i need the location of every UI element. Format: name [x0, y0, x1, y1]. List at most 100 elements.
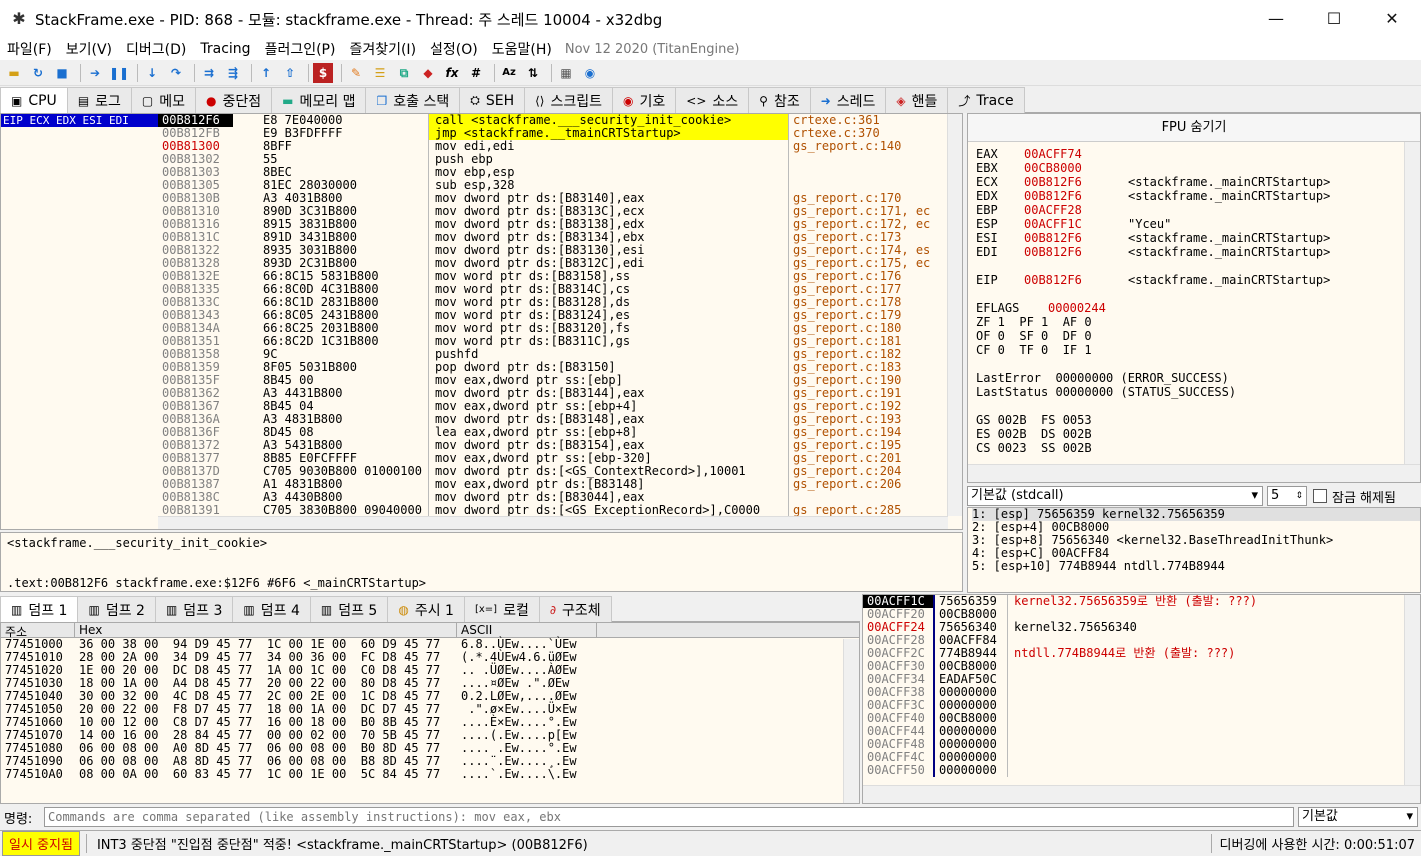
disasm-horizontal-scrollbar[interactable]: [158, 516, 948, 529]
arg-count-spinner[interactable]: 5 ⇕: [1267, 486, 1307, 506]
disasm-row[interactable]: 00B8135F 8B45 00 mov eax,dword ptr ss:[ebp…: [158, 374, 948, 387]
disasm-row[interactable]: 00B81359 8F05 5031B800 pop dword ptr ds:[B…: [158, 361, 948, 374]
disasm-row[interactable]: 00B81316 8915 3831B800 mov dword ptr ds:[B…: [158, 218, 948, 231]
tab-threads[interactable]: ➜ 스레드: [809, 87, 887, 113]
segment-line[interactable]: ES 002B DS 002B: [976, 427, 1420, 441]
register-row[interactable]: ESP 00ACFF1C "Yceu": [976, 217, 1420, 231]
scylla-icon[interactable]: $: [313, 62, 333, 83]
last-status[interactable]: LastStatus 00000000 (STATUS_SUCCESS): [976, 385, 1420, 399]
minimize-button[interactable]: —: [1247, 0, 1305, 38]
flags-line[interactable]: CF 0 TF 0 IF 1: [976, 343, 1420, 357]
hash-icon[interactable]: #: [466, 63, 486, 83]
disasm-row[interactable]: 00B8138C A3 4430B800 mov dword ptr ds:[B83…: [158, 491, 948, 504]
disasm-row[interactable]: 00B81303 8BEC mov ebp,esp: [158, 166, 948, 179]
disasm-row[interactable]: 00B8132E 66:8C15 5831B800 mov word ptr ds:…: [158, 270, 948, 283]
stack-horizontal-scrollbar[interactable]: [863, 785, 1420, 803]
stack-row[interactable]: 00ACFF50 00000000: [863, 764, 1420, 777]
comments-icon[interactable]: ☰: [370, 63, 390, 83]
disasm-row[interactable]: 00B81305 81EC 28030000 sub esp,328: [158, 179, 948, 192]
disasm-vertical-scrollbar[interactable]: [947, 114, 962, 516]
tab-handles[interactable]: ◈ 핸들: [885, 87, 949, 113]
tab-dump-4[interactable]: ▥ 덤프 4: [232, 596, 311, 622]
calling-convention-select[interactable]: 기본값 (stdcall) ▾: [967, 486, 1263, 506]
segment-line[interactable]: GS 002B FS 0053: [976, 413, 1420, 427]
patch-icon[interactable]: ✎: [346, 63, 366, 83]
disasm-row[interactable]: 00B81372 A3 5431B800 mov dword ptr ds:[B83…: [158, 439, 948, 452]
register-row[interactable]: EDX 00B812F6 <stackframe._mainCRTStartup>: [976, 189, 1420, 203]
flags-line[interactable]: ZF 1 PF 1 AF 0: [976, 315, 1420, 329]
calculator-icon[interactable]: ▦: [556, 63, 576, 83]
stack-view[interactable]: 00ACFF1C 75656359 kernel32.75656359로 반환 (출…: [862, 594, 1421, 804]
bookmarks-icon[interactable]: ◆: [418, 63, 438, 83]
menu-help[interactable]: 도움말(H): [485, 39, 559, 59]
menu-plugins[interactable]: 플러그인(P): [258, 39, 343, 59]
tab-dump-3[interactable]: ▥ 덤프 3: [154, 596, 234, 622]
register-row[interactable]: [976, 259, 1420, 273]
lock-checkbox[interactable]: [1313, 489, 1327, 503]
stack-arguments-list[interactable]: 1: [esp] 75656359 kernel32.75656359 2: [e…: [967, 507, 1421, 593]
disasm-row[interactable]: 00B81377 8B85 E0FCFFFF mov eax,dword ptr s…: [158, 452, 948, 465]
hide-fpu-button[interactable]: FPU 숨기기: [968, 114, 1420, 142]
globe-icon[interactable]: ◉: [580, 63, 600, 83]
last-error[interactable]: LastError 00000000 (ERROR_SUCCESS): [976, 371, 1420, 385]
trace-into-icon[interactable]: ⇉: [199, 63, 219, 83]
tab-dump-2[interactable]: ▥ 덤프 2: [77, 596, 156, 622]
tab-cpu[interactable]: ▣ CPU: [0, 87, 68, 114]
disasm-row[interactable]: 00B8136A A3 4831B800 mov dword ptr ds:[B83…: [158, 413, 948, 426]
disasm-row[interactable]: 00B81300 8BFF mov edi,edi gs_report.c:140: [158, 140, 948, 153]
disasm-row[interactable]: 00B81367 8B45 04 mov eax,dword ptr ss:[ebp…: [158, 400, 948, 413]
pause-icon[interactable]: ❚❚: [109, 63, 129, 83]
tab-dump-1[interactable]: ▥ 덤프 1: [0, 596, 79, 623]
menu-debug[interactable]: 디버그(D): [119, 39, 193, 59]
tab-script[interactable]: ⟨⟩ 스크립트: [524, 87, 614, 113]
tab-locals[interactable]: [x=] 로컬: [463, 596, 540, 622]
menu-file[interactable]: 파일(F): [0, 39, 59, 59]
disasm-row[interactable]: 00B81322 8935 3031B800 mov dword ptr ds:[B…: [158, 244, 948, 257]
tab-trace[interactable]: ⤴ Trace: [947, 87, 1025, 113]
step-over-icon[interactable]: ↷: [166, 63, 186, 83]
functions-icon[interactable]: fx: [442, 63, 462, 83]
tab-seh[interactable]: ⛭ SEH: [459, 87, 526, 113]
maximize-button[interactable]: ☐: [1305, 0, 1363, 38]
disasm-row[interactable]: 00B812FB E9 B3FDFFFF jmp <stackframe.__tma…: [158, 127, 948, 140]
tab-call-stack[interactable]: ❐ 호출 스택: [365, 87, 461, 113]
disasm-row[interactable]: 00B81362 A3 4431B800 mov dword ptr ds:[B83…: [158, 387, 948, 400]
tab-breakpoints[interactable]: ● 중단점: [195, 87, 273, 113]
disasm-row[interactable]: 00B8130B A3 4031B800 mov dword ptr ds:[B83…: [158, 192, 948, 205]
tab-watch-1[interactable]: ◍ 주시 1: [387, 596, 465, 622]
tab-notes[interactable]: ▢ 메모: [130, 87, 197, 113]
disasm-row[interactable]: 00B81335 66:8C0D 4C31B800 mov word ptr ds:…: [158, 283, 948, 296]
close-button[interactable]: ✕: [1363, 0, 1421, 38]
open-icon[interactable]: ▬: [4, 63, 24, 83]
stop-icon[interactable]: ■: [52, 63, 72, 83]
hex-dump-view[interactable]: 주소 Hex ASCII 77451000 36 00 38 00 94 D9 4…: [0, 622, 860, 804]
command-mode-select[interactable]: 기본값 ▾: [1298, 807, 1418, 827]
strings-icon[interactable]: Az: [499, 63, 519, 83]
disasm-row[interactable]: 00B81343 66:8C05 2431B800 mov word ptr ds:…: [158, 309, 948, 322]
tab-source[interactable]: <> 소스: [675, 87, 750, 113]
disasm-row[interactable]: 00B81328 893D 2C31B800 mov dword ptr ds:[B…: [158, 257, 948, 270]
disasm-row[interactable]: 00B81387 A1 4831B800 mov eax,dword ptr ds:…: [158, 478, 948, 491]
restart-icon[interactable]: ↻: [28, 63, 48, 83]
tab-struct[interactable]: ∂ 구조체: [538, 596, 612, 622]
stack-vertical-scrollbar[interactable]: [1404, 595, 1420, 785]
register-row[interactable]: EBX 00CB8000: [976, 161, 1420, 175]
disasm-row[interactable]: 00B8137D C705 9030B800 01000100 mov dword …: [158, 465, 948, 478]
menu-favourites[interactable]: 즐겨찾기(I): [342, 39, 423, 59]
tab-symbols[interactable]: ◉ 기호: [612, 87, 677, 113]
disasm-row[interactable]: 00B8134A 66:8C25 2031B800 mov word ptr ds:…: [158, 322, 948, 335]
tab-log[interactable]: ▤ 로그: [66, 87, 132, 113]
run-to-user-code-icon[interactable]: ⇧: [280, 63, 300, 83]
disasm-row[interactable]: 00B81358 9C pushfd gs_report.c:182: [158, 348, 948, 361]
register-row[interactable]: ESI 00B812F6 <stackframe._mainCRTStartup>: [976, 231, 1420, 245]
labels-icon[interactable]: ⧉: [394, 63, 414, 83]
register-row[interactable]: ECX 00B812F6 <stackframe._mainCRTStartup>: [976, 175, 1420, 189]
disasm-row[interactable]: 00B8136F 8D45 08 lea eax,dword ptr ss:[ebp…: [158, 426, 948, 439]
menu-tracing[interactable]: Tracing: [193, 41, 257, 57]
registers-horizontal-scrollbar[interactable]: [968, 464, 1420, 482]
step-into-icon[interactable]: ↓: [142, 63, 162, 83]
disasm-row[interactable]: 00B81310 890D 3C31B800 mov dword ptr ds:[B…: [158, 205, 948, 218]
disasm-row[interactable]: 00B81351 66:8C2D 1C31B800 mov word ptr ds:…: [158, 335, 948, 348]
menu-options[interactable]: 설정(O): [423, 39, 485, 59]
dump-row[interactable]: 774510A0 08 00 0A 00 60 83 45 77 1C 00 1E…: [1, 768, 859, 781]
